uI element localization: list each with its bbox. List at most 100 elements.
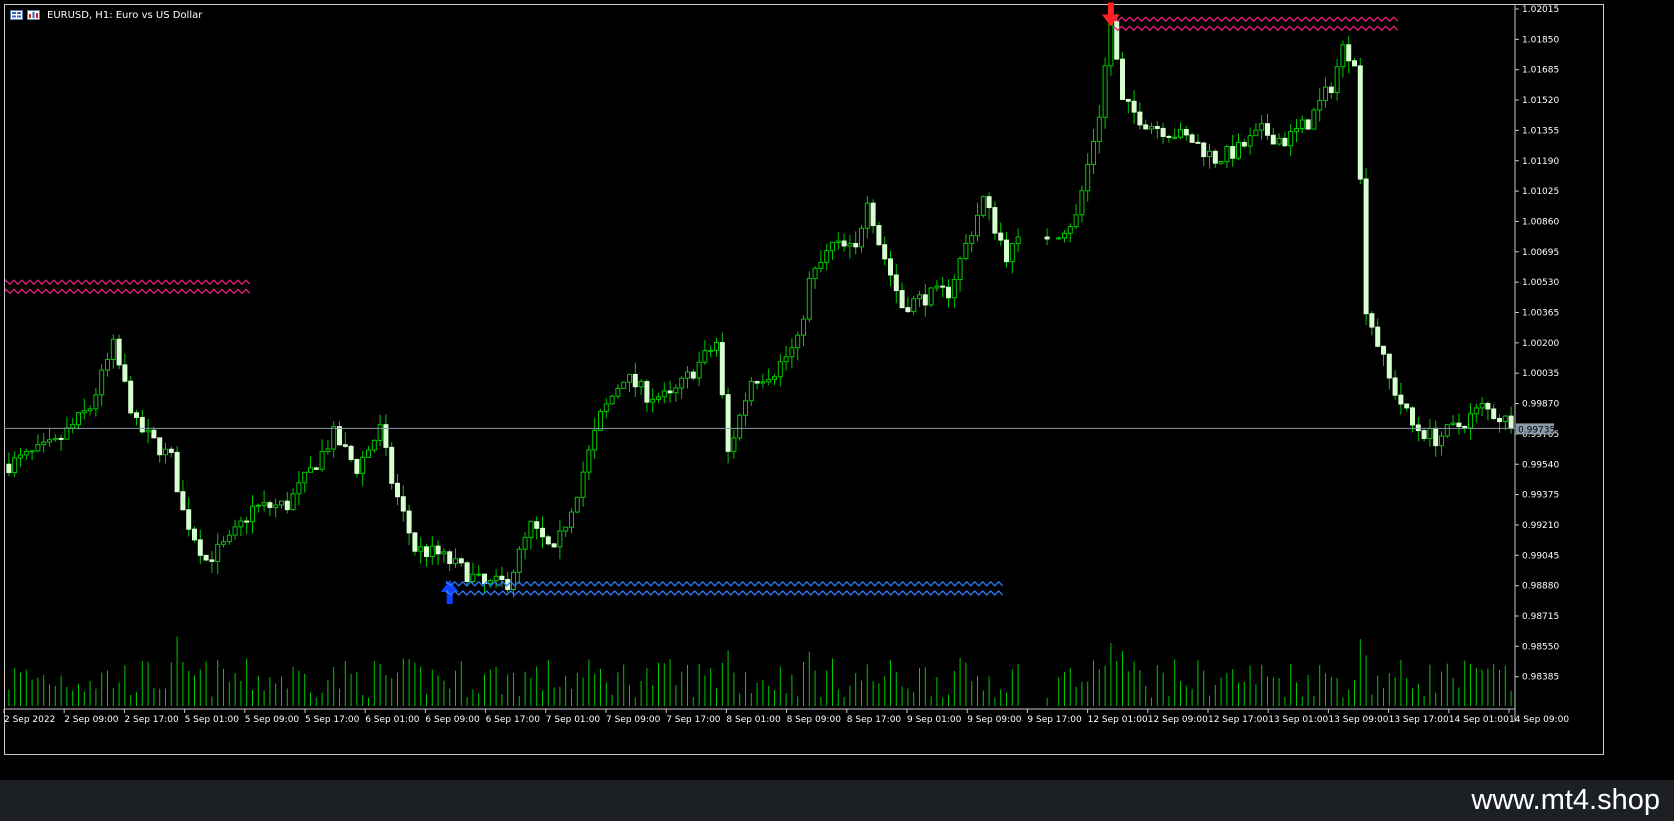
candle-body xyxy=(685,371,690,379)
candle-body xyxy=(1160,127,1166,137)
candle-body xyxy=(12,457,18,474)
candle-body xyxy=(348,445,354,461)
candle-body xyxy=(545,536,551,545)
candle-body xyxy=(325,448,331,452)
candle-body xyxy=(1282,137,1288,147)
candle-body xyxy=(986,196,992,209)
candle-body xyxy=(1189,134,1195,143)
candle-body xyxy=(899,290,905,309)
candle-body xyxy=(812,267,818,279)
time-axis-label: 6 Sep 17:00 xyxy=(486,715,541,725)
candle-body xyxy=(1120,58,1125,100)
candle-body xyxy=(818,261,824,269)
candle-body xyxy=(1114,20,1120,60)
time-axis-label: 13 Sep 09:00 xyxy=(1328,715,1388,725)
candle-body xyxy=(1137,111,1143,126)
window-menu-icon[interactable] xyxy=(10,10,23,20)
candle-body xyxy=(951,279,957,299)
time-axis-label: 7 Sep 01:00 xyxy=(546,715,601,725)
candle-body xyxy=(1334,66,1340,93)
candle-body xyxy=(116,338,122,366)
time-axis-label: 12 Sep 01:00 xyxy=(1088,715,1148,725)
candle-body xyxy=(47,439,52,443)
candle-body xyxy=(1085,164,1091,192)
candle-body xyxy=(1166,135,1172,138)
candle-body xyxy=(1439,435,1444,447)
candle-body xyxy=(656,396,661,400)
support-zone-line xyxy=(446,580,1004,587)
candle-body xyxy=(1369,313,1375,328)
time-axis-label: 13 Sep 17:00 xyxy=(1389,715,1449,725)
resistance-zone-line xyxy=(1113,15,1399,23)
candle-body xyxy=(29,450,35,453)
candle-body xyxy=(725,394,731,452)
candle-body xyxy=(783,356,789,363)
candle-body xyxy=(389,446,395,484)
candle-body xyxy=(719,342,725,396)
candle-body xyxy=(1497,418,1502,423)
candle-body xyxy=(1102,65,1108,118)
candle-body xyxy=(806,277,812,320)
candle-body xyxy=(395,482,400,498)
candle-body xyxy=(1056,237,1062,240)
candle-body xyxy=(615,387,621,397)
candle-body xyxy=(470,573,476,582)
candle-body xyxy=(830,241,835,252)
candle-body xyxy=(760,381,766,384)
candle-body xyxy=(1317,100,1323,111)
candle-body xyxy=(893,274,899,292)
candle-body xyxy=(1346,44,1352,62)
candle-body xyxy=(679,377,685,389)
candle-body xyxy=(911,298,917,313)
candle-body xyxy=(458,558,464,564)
chart-window[interactable]: 1.02015 1.01850 1.01685 1.01520 1.01355 1.011… xyxy=(0,0,1674,780)
price-axis-label: 1.00365 xyxy=(1522,309,1559,319)
candle-body xyxy=(226,534,232,543)
candle-body xyxy=(1259,123,1265,131)
candle-body xyxy=(1149,126,1154,130)
candle-body xyxy=(110,338,116,360)
candle-body xyxy=(1381,345,1386,355)
candle-body xyxy=(99,369,105,396)
candle-body xyxy=(1143,124,1149,130)
candle-body xyxy=(1265,123,1270,136)
candle-body xyxy=(186,509,192,530)
chart-canvas[interactable]: 1.02015 1.01850 1.01685 1.01520 1.01355 1.011… xyxy=(0,0,1674,780)
candle-body xyxy=(134,412,139,418)
candle-body xyxy=(853,242,859,248)
candle-body xyxy=(766,378,772,383)
candle-body xyxy=(661,390,667,398)
candle-body xyxy=(801,318,806,336)
candle-body xyxy=(1108,20,1114,67)
candle-body xyxy=(690,371,696,379)
candle-body xyxy=(598,410,603,431)
candle-body xyxy=(1247,135,1253,147)
candle-body xyxy=(163,448,168,456)
candle-body xyxy=(557,530,563,548)
candle-body xyxy=(824,250,830,263)
price-axis-label: 0.98880 xyxy=(1522,582,1559,592)
candle-body xyxy=(1178,129,1183,138)
candle-body xyxy=(1236,141,1241,159)
candle-body xyxy=(667,390,673,394)
candle-body xyxy=(267,502,273,508)
candle-body xyxy=(1508,415,1514,429)
candle-body xyxy=(250,505,255,523)
candle-body xyxy=(23,450,29,456)
candle-body xyxy=(221,541,226,545)
candle-body xyxy=(1073,214,1079,228)
time-axis-label: 5 Sep 01:00 xyxy=(185,715,240,725)
candle-body xyxy=(366,449,371,458)
time-axis-label: 9 Sep 17:00 xyxy=(1027,715,1082,725)
candle-body xyxy=(708,349,714,352)
candle-body xyxy=(296,482,302,495)
candle-body xyxy=(313,467,319,470)
candle-body xyxy=(673,387,679,394)
time-axis-label: 7 Sep 09:00 xyxy=(606,715,661,725)
candle-body xyxy=(586,449,592,473)
candle-body xyxy=(35,444,41,452)
candle-body xyxy=(992,207,998,234)
candle-body xyxy=(1079,190,1085,216)
candle-body xyxy=(1288,130,1294,147)
time-axis-label: 13 Sep 01:00 xyxy=(1268,715,1328,725)
